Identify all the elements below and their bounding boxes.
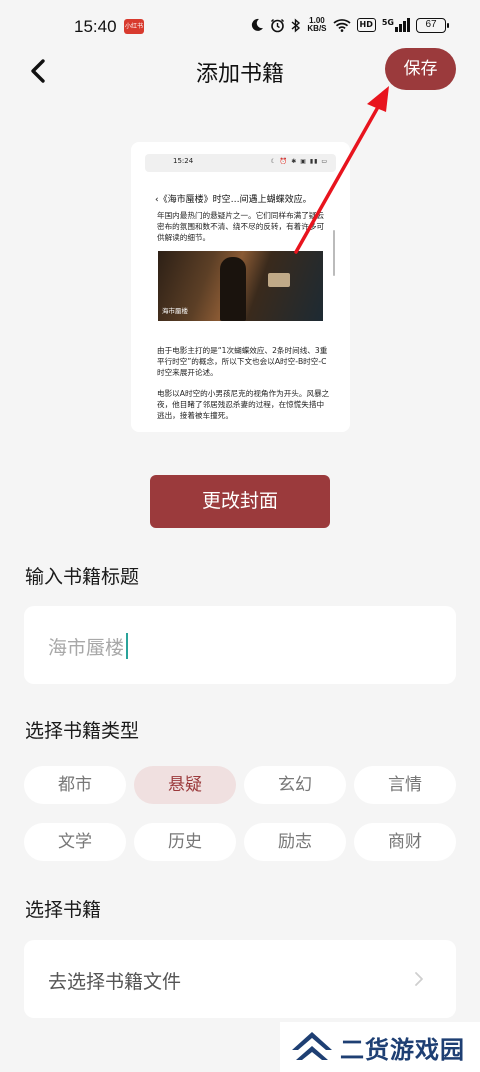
signal-icon: 5G	[382, 18, 410, 32]
type-chip-xuanhuan[interactable]: 玄幻	[244, 766, 346, 804]
moon-icon	[252, 18, 264, 31]
wifi-icon	[332, 19, 351, 32]
type-chip-xuanyi[interactable]: 悬疑	[134, 766, 236, 804]
cover-movie-still: 海市蜃楼	[158, 251, 323, 321]
chevron-right-icon	[415, 972, 423, 986]
title-section-label: 输入书籍标题	[25, 566, 140, 588]
status-bar: 15:40 小红书 1.00 KB/S HD 5G 67	[0, 0, 480, 52]
book-title-input[interactable]: 海市蜃楼	[24, 606, 456, 684]
battery-icon: 67	[416, 17, 449, 33]
cover-preview: 15:24 ☾ ⏰ ✱ ▣ ▮▮ ▭ ‹《海市蜃楼》时空…间遇上蝴蝶效应。 年国…	[131, 142, 350, 432]
type-section-label: 选择书籍类型	[25, 720, 140, 742]
cover-image-caption: 海市蜃楼	[162, 307, 188, 315]
app-notification-icon: 小红书	[124, 19, 144, 34]
watermark-text: 二货游戏园	[340, 1036, 465, 1064]
type-chip-lishi[interactable]: 历史	[134, 823, 236, 861]
status-icons: 1.00 KB/S HD 5G 67	[250, 16, 449, 33]
alarm-icon	[271, 18, 285, 32]
book-title-value: 海市蜃楼	[48, 633, 129, 660]
choose-book-file-button[interactable]: 去选择书籍文件	[24, 940, 456, 1018]
cover-scrollbar	[333, 230, 335, 276]
file-section-label: 选择书籍	[25, 899, 102, 921]
cover-image: 15:24 ☾ ⏰ ✱ ▣ ▮▮ ▭ ‹《海市蜃楼》时空…间遇上蝴蝶效应。 年国…	[145, 154, 336, 420]
cover-paragraph: 由于电影主打的是“1次蝴蝶效应、2条时间线、3重平行时空”的概念，所以下文也会以…	[157, 346, 328, 378]
cover-paragraph: 电影以A时空的小男孩尼克的视角作为开头。风暴之夜，他目睹了邻居残忍杀妻的过程，在…	[157, 389, 330, 421]
site-watermark: 二货游戏园	[280, 1022, 480, 1072]
cover-paragraph: 年国内最热门的悬疑片之一。它们同样布满了疑云密布的氛围和数不清、绕不尽的反转，有…	[157, 211, 325, 243]
cover-status-time: 15:24	[173, 157, 194, 165]
type-chip-yanqing[interactable]: 言情	[354, 766, 456, 804]
network-speed: 1.00 KB/S	[307, 16, 327, 33]
cover-status-bar: 15:24 ☾ ⏰ ✱ ▣ ▮▮ ▭	[145, 154, 336, 172]
change-cover-button[interactable]: 更改封面	[150, 475, 330, 528]
type-chip-lizhi[interactable]: 励志	[244, 823, 346, 861]
save-button[interactable]: 保存	[385, 48, 456, 90]
type-chip-shangcai[interactable]: 商财	[354, 823, 456, 861]
hd-icon: HD	[356, 18, 376, 32]
cover-article-title: ‹《海市蜃楼》时空…间遇上蝴蝶效应。	[155, 195, 312, 205]
text-cursor	[126, 633, 129, 659]
cover-status-icons: ☾ ⏰ ✱ ▣ ▮▮ ▭	[270, 158, 328, 165]
watermark-logo-icon	[292, 1032, 332, 1060]
type-chip-wenxue[interactable]: 文学	[24, 823, 126, 861]
status-time: 15:40	[74, 17, 117, 36]
choose-book-file-label: 去选择书籍文件	[48, 971, 182, 993]
type-chip-dushi[interactable]: 都市	[24, 766, 126, 804]
bluetooth-icon	[291, 17, 301, 33]
